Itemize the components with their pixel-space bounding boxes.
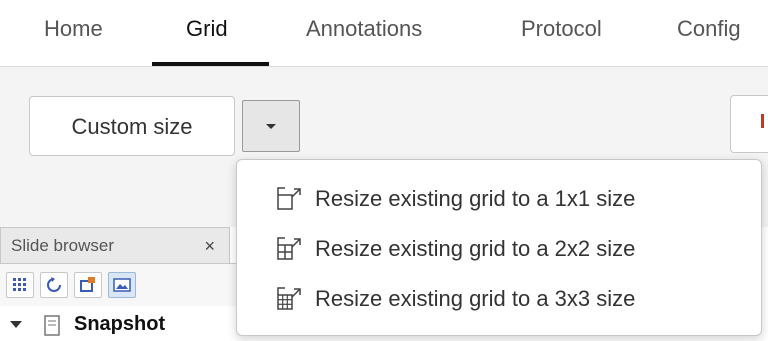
menu-item-resize-2x2[interactable]: Resize existing grid to a 2x2 size xyxy=(237,224,761,274)
refresh-icon[interactable] xyxy=(40,272,68,298)
document-icon xyxy=(44,315,60,336)
menu-item-resize-3x3[interactable]: Resize existing grid to a 3x3 size xyxy=(237,274,761,324)
tab-grid[interactable]: Grid xyxy=(186,0,228,66)
menu-item-resize-1x1[interactable]: Resize existing grid to a 1x1 size xyxy=(237,174,761,224)
resize-grid-1x1-icon xyxy=(277,187,301,210)
tree-item-snapshot[interactable]: Snapshot xyxy=(0,307,240,340)
tab-protocol[interactable]: Protocol xyxy=(521,0,602,66)
caret-down-icon xyxy=(266,124,276,129)
tab-annotations[interactable]: Annotations xyxy=(306,0,422,66)
custom-size-dropdown-toggle[interactable] xyxy=(242,100,300,152)
active-tab-indicator xyxy=(152,62,269,66)
toolbar-button-partial[interactable] xyxy=(730,95,768,153)
slide-browser-tab[interactable]: Slide browser × xyxy=(0,227,230,263)
resize-grid-3x3-icon xyxy=(277,287,301,310)
ribbon-tab-bar: Home Grid Annotations Protocol Config xyxy=(0,0,768,67)
tab-home[interactable]: Home xyxy=(44,0,103,66)
menu-item-label: Resize existing grid to a 1x1 size xyxy=(315,186,636,211)
tree-item-label: Snapshot xyxy=(74,313,166,335)
custom-size-button[interactable]: Custom size xyxy=(29,96,235,156)
open-window-icon[interactable] xyxy=(74,272,102,298)
marker-icon xyxy=(761,114,764,128)
menu-item-label: Resize existing grid to a 2x2 size xyxy=(315,236,636,261)
grid-dots-icon[interactable] xyxy=(6,272,34,298)
resize-grid-menu: Resize existing grid to a 1x1 size Resiz… xyxy=(236,159,762,336)
tab-config[interactable]: Config xyxy=(677,0,741,66)
expand-arrow-icon[interactable] xyxy=(10,321,22,328)
menu-item-label: Resize existing grid to a 3x3 size xyxy=(315,286,636,311)
slide-browser-tab-label: Slide browser xyxy=(11,236,114,255)
resize-grid-2x2-icon xyxy=(277,237,301,260)
close-icon[interactable]: × xyxy=(204,228,215,264)
image-icon[interactable] xyxy=(108,272,136,298)
slide-browser-toolbar xyxy=(0,263,240,306)
